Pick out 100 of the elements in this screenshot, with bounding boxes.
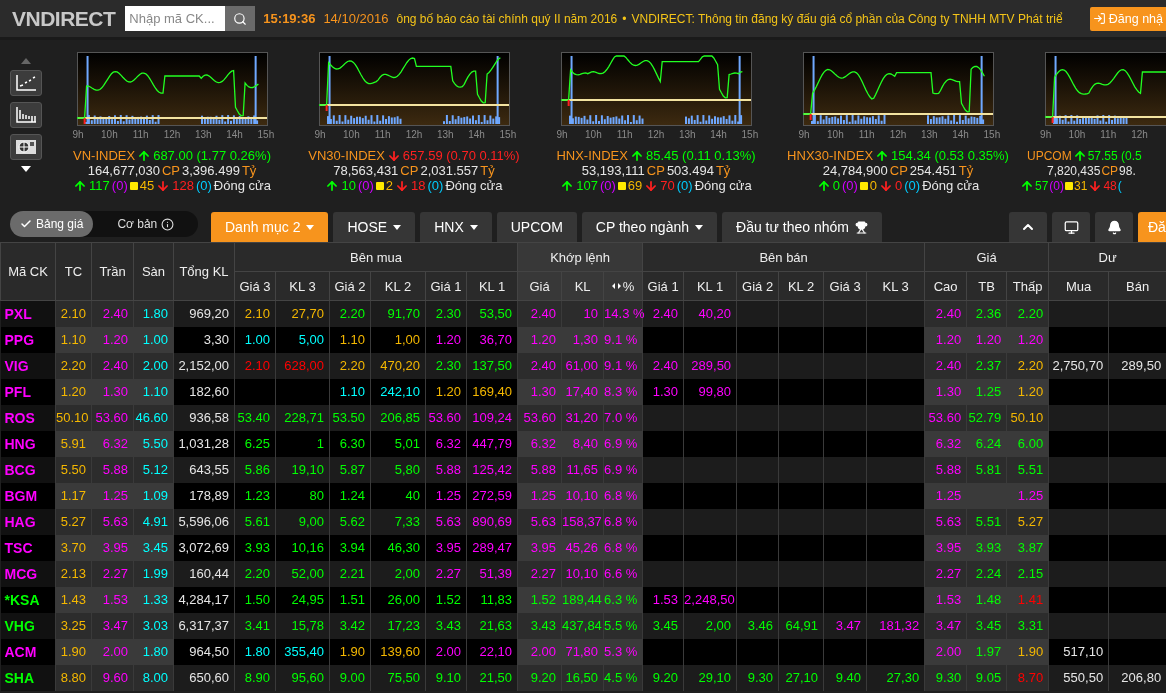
table-cell: 1.10	[142, 384, 168, 399]
table-cell: 5.63	[935, 514, 962, 529]
table-cell: 289,50	[691, 358, 732, 373]
table-cell: 2.27	[435, 566, 461, 581]
column-header[interactable]: Mã CK	[0, 242, 56, 301]
table-cell: 158,37	[562, 514, 602, 529]
logo[interactable]: VNDIRECT	[12, 5, 116, 32]
market-tab[interactable]: HOSE	[333, 212, 416, 242]
table-cell: 5.91	[60, 436, 86, 451]
table-cell: 19,10	[291, 462, 324, 477]
floor-count: (0)	[195, 178, 212, 193]
table-cell: 51,39	[479, 566, 513, 581]
table-cell: 2.40	[102, 358, 128, 373]
table-cell: 9.30	[747, 670, 774, 685]
declines-count: 70	[660, 178, 675, 193]
table-cell: 628,00	[284, 358, 324, 373]
index-name[interactable]: HNX30-INDEX	[787, 148, 874, 163]
trade-value: 98.	[1119, 163, 1136, 178]
hour-label: 15h	[982, 129, 1002, 140]
table-cell: 1.90	[1017, 644, 1044, 659]
table-cell: 9.1 %	[604, 358, 638, 373]
table-cell: 2.21	[339, 566, 365, 581]
volume-value: 78,563,431	[333, 163, 399, 178]
table-cell: 5,00	[298, 332, 324, 347]
table-cell: 3.45	[975, 618, 1002, 633]
table-cell: 1.25	[935, 488, 962, 503]
market-status: Đóng cửa	[694, 178, 752, 193]
table-cell: 11,83	[480, 592, 513, 607]
table-cell: 3.95	[530, 540, 557, 555]
table-cell: 1.80	[142, 644, 168, 659]
table-cell: 36,70	[479, 332, 513, 347]
volume-unit: CP	[1101, 163, 1119, 178]
table-cell: 5.51	[975, 514, 1002, 529]
table-cell: 10,10	[565, 566, 599, 581]
date-text: 14/10/2016	[323, 11, 389, 26]
table-cell: 2.00	[142, 358, 168, 373]
search-field[interactable]: Nhập mã CK...	[125, 6, 226, 31]
table-cell: 24,95	[291, 592, 324, 607]
table-cell: 27,10	[785, 670, 819, 685]
table-cell: 206,85	[380, 410, 420, 425]
table-cell: 139,60	[380, 644, 420, 659]
table-cell: 2.10	[60, 306, 86, 322]
table-cell: 2.10	[244, 358, 270, 373]
hour-label: 10h	[826, 129, 845, 140]
trade-value: 254.451	[909, 163, 957, 178]
market-tab[interactable]: HNX	[420, 212, 492, 242]
table-cell: 2.00	[530, 644, 557, 659]
column-header[interactable]: Sàn	[133, 242, 174, 301]
market-tab[interactable]: UPCOM	[496, 212, 577, 242]
market-tab[interactable]: Đầu tư theo nhóm	[722, 212, 882, 242]
table-cell: 643,55	[189, 462, 229, 477]
table-cell: 160,44	[189, 566, 229, 581]
table-cell: 2,00	[705, 618, 732, 633]
table-cell: 289,47	[472, 540, 513, 555]
column-header[interactable]: Mua	[1048, 271, 1109, 301]
floor-count: (0)	[904, 178, 921, 193]
table-cell: 9.60	[102, 670, 128, 685]
volume-value: 24,784,900	[822, 163, 888, 178]
table-cell: 355,40	[284, 644, 324, 659]
value-unit: Tỷ	[480, 163, 495, 178]
table-cell: 289,50	[1121, 358, 1162, 373]
table-cell: 2,152,00	[178, 358, 229, 373]
index-name[interactable]: UPCOM	[1027, 148, 1072, 163]
table-cell: 1.25	[102, 488, 128, 503]
view-toggle-option[interactable]: Bảng giá	[10, 211, 94, 237]
column-header[interactable]: Trần	[91, 242, 134, 301]
table-cell: 1.00	[142, 332, 168, 347]
table-cell: 8.90	[244, 670, 270, 685]
table-cell: 1.30	[102, 384, 128, 399]
index-name[interactable]: HNX-INDEX	[556, 148, 628, 163]
hour-label: 10h	[584, 129, 603, 140]
ceiling-count: (0)	[111, 178, 128, 193]
table-cell: 242,10	[380, 384, 420, 399]
table-cell: 2.40	[935, 306, 962, 322]
table-cell: 2.20	[60, 358, 86, 373]
table-cell: 1.51	[339, 592, 365, 607]
table-cell: 2.00	[435, 644, 461, 659]
volume-unit: CP	[889, 163, 908, 178]
index-name[interactable]: VN-INDEX	[73, 148, 136, 163]
market-tab[interactable]: CP theo ngành	[581, 212, 717, 242]
news-headline[interactable]: ông bố báo cáo tài chính quý II năm 2016	[396, 11, 618, 26]
table-cell: 3.94	[339, 540, 365, 555]
table-cell: 64,91	[785, 618, 819, 633]
column-header[interactable]: KL 3	[275, 271, 330, 301]
table-cell: 6.6 %	[604, 566, 638, 581]
column-header[interactable]: Tổng KL	[173, 242, 235, 301]
table-cell: 470,20	[380, 358, 420, 373]
table-cell: 8,40	[572, 436, 599, 451]
floor-count: (0)	[676, 178, 693, 193]
column-header[interactable]: Bán	[1108, 271, 1166, 301]
column-header[interactable]: KL 3	[866, 271, 925, 301]
column-header[interactable]: TC	[55, 242, 92, 301]
index-name[interactable]: VN30-INDEX	[308, 148, 385, 163]
table-cell: 182,60	[189, 384, 229, 399]
view-toggle-option[interactable]: Cơ bản	[107, 211, 185, 237]
news-headline[interactable]: VNDIRECT: Thông tin đăng ký đấu giá cổ phần của Công ty TNHH MTV Phát triể	[631, 11, 1063, 26]
hour-label: 11h	[373, 129, 392, 140]
hour-label: 10h	[342, 129, 361, 140]
index-change: 57.55 (0.5	[1087, 148, 1142, 163]
table-cell: 2.30	[435, 306, 461, 322]
